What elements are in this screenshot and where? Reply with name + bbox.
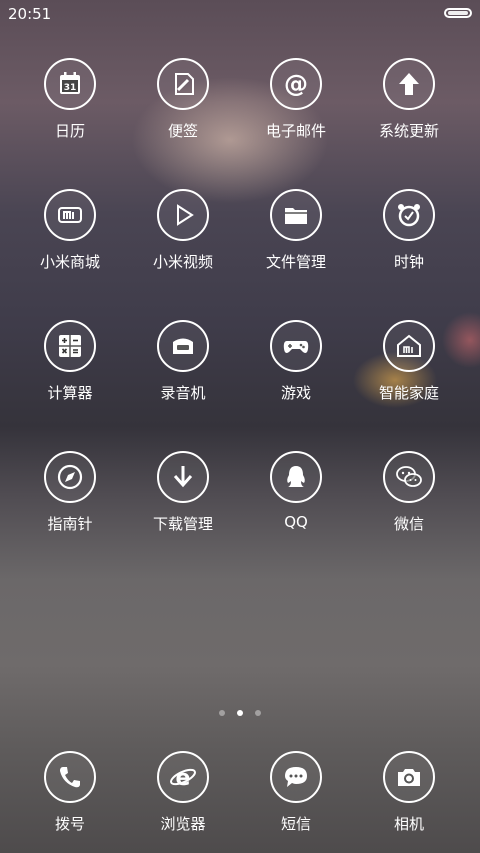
app-label: 短信 bbox=[280, 815, 311, 833]
app-label: 游戏 bbox=[280, 384, 311, 402]
update-icon bbox=[383, 58, 435, 110]
app-mi-store[interactable]: 小米商城 bbox=[15, 189, 125, 272]
app-recorder[interactable]: 录音机 bbox=[128, 320, 238, 403]
app-notes[interactable]: 便签 bbox=[128, 58, 238, 141]
dock-phone[interactable]: 拨号 bbox=[15, 751, 125, 834]
app-label: 指南针 bbox=[47, 515, 93, 533]
camera-icon bbox=[383, 751, 435, 803]
page-dot[interactable] bbox=[255, 710, 261, 716]
dock-browser[interactable]: e 浏览器 bbox=[128, 751, 238, 834]
sms-icon bbox=[270, 751, 322, 803]
app-games[interactable]: 游戏 bbox=[241, 320, 351, 403]
app-label: 录音机 bbox=[160, 384, 206, 402]
notes-icon bbox=[157, 58, 209, 110]
app-calculator[interactable]: 计算器 bbox=[15, 320, 125, 403]
video-icon bbox=[157, 189, 209, 241]
email-icon: @ bbox=[270, 58, 322, 110]
app-label: 浏览器 bbox=[160, 815, 206, 833]
app-label: 下载管理 bbox=[152, 515, 213, 533]
battery-icon bbox=[444, 8, 472, 18]
download-icon bbox=[157, 451, 209, 503]
smart-home-icon bbox=[383, 320, 435, 372]
mi-store-icon bbox=[44, 189, 96, 241]
app-label: 系统更新 bbox=[378, 122, 439, 140]
app-email[interactable]: @ 电子邮件 bbox=[241, 58, 351, 141]
app-label: 便签 bbox=[167, 122, 198, 140]
page-dot-active[interactable] bbox=[237, 710, 243, 716]
app-smart-home[interactable]: 智能家庭 bbox=[354, 320, 464, 403]
app-label: 小米商城 bbox=[39, 253, 100, 271]
clock-icon bbox=[383, 189, 435, 241]
dock-camera[interactable]: 相机 bbox=[354, 751, 464, 834]
app-label: 小米视频 bbox=[152, 253, 213, 271]
app-label: 文件管理 bbox=[265, 253, 326, 271]
gamepad-icon bbox=[270, 320, 322, 372]
app-label: 拨号 bbox=[54, 815, 85, 833]
calendar-icon: 31 bbox=[44, 58, 96, 110]
calculator-icon bbox=[44, 320, 96, 372]
app-clock[interactable]: 时钟 bbox=[354, 189, 464, 272]
app-download-manager[interactable]: 下载管理 bbox=[128, 451, 238, 534]
page-indicator bbox=[0, 701, 480, 720]
app-compass[interactable]: 指南针 bbox=[15, 451, 125, 534]
phone-icon bbox=[44, 751, 96, 803]
compass-icon bbox=[44, 451, 96, 503]
app-calendar[interactable]: 31 日历 bbox=[15, 58, 125, 141]
page-dot[interactable] bbox=[219, 710, 225, 716]
app-wechat[interactable]: 微信 bbox=[354, 451, 464, 534]
app-label: 日历 bbox=[54, 122, 85, 140]
app-label: 智能家庭 bbox=[378, 384, 439, 402]
clock-time: 20:51 bbox=[8, 5, 52, 23]
dock-sms[interactable]: 短信 bbox=[241, 751, 351, 834]
app-label: 计算器 bbox=[47, 384, 93, 402]
app-label: 相机 bbox=[393, 815, 424, 833]
recorder-icon bbox=[157, 320, 209, 372]
app-label: 微信 bbox=[393, 515, 424, 533]
status-bar: 20:51 bbox=[0, 0, 480, 28]
app-mi-video[interactable]: 小米视频 bbox=[128, 189, 238, 272]
app-system-update[interactable]: 系统更新 bbox=[354, 58, 464, 141]
wechat-icon bbox=[383, 451, 435, 503]
app-label: 电子邮件 bbox=[265, 122, 326, 140]
app-label: 时钟 bbox=[393, 253, 424, 271]
app-label: QQ bbox=[284, 513, 308, 531]
browser-icon: e bbox=[157, 751, 209, 803]
app-qq[interactable]: QQ bbox=[241, 451, 351, 531]
app-file-manager[interactable]: 文件管理 bbox=[241, 189, 351, 272]
folder-icon bbox=[270, 189, 322, 241]
calendar-day: 31 bbox=[64, 83, 77, 93]
svg-text:@: @ bbox=[284, 70, 308, 98]
qq-icon bbox=[270, 451, 322, 503]
